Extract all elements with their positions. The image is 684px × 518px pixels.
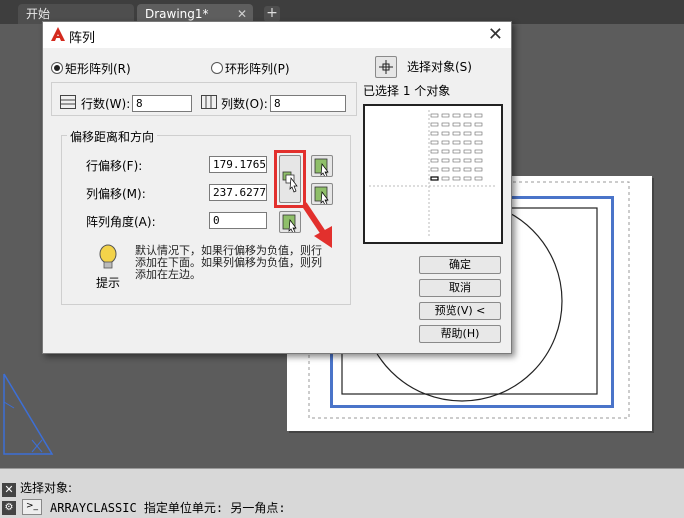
- angle-input[interactable]: 0: [209, 212, 267, 229]
- col-offset-input[interactable]: 237.6277: [209, 184, 267, 201]
- preview-cell: [474, 122, 483, 127]
- select-objects-button[interactable]: [375, 56, 397, 78]
- preview-cell: [463, 176, 472, 181]
- preview-cell: [474, 149, 483, 154]
- selected-count-label: 已选择 1 个对象: [363, 84, 451, 98]
- preview-cell: [430, 140, 439, 145]
- preview-cell: [430, 176, 439, 181]
- preview-cell: [463, 113, 472, 118]
- tab-drawing1-label: Drawing1*: [145, 7, 209, 21]
- command-input-line[interactable]: ARRAYCLASSIC 指定单位单元: 另一角点:: [50, 499, 286, 516]
- preview-cell: [441, 122, 450, 127]
- row-offset-label: 行偏移(F):: [86, 159, 143, 173]
- row-offset-input[interactable]: 179.1765: [209, 156, 267, 173]
- tip-text: 默认情况下，如果行偏移为负值，则行添加在下面。如果列偏移为负值，则列添加在左边。: [135, 244, 322, 281]
- select-objects-label[interactable]: 选择对象(S): [407, 58, 472, 75]
- preview-cell: [463, 122, 472, 127]
- preview-cell: [474, 140, 483, 145]
- lightbulb-icon: [99, 244, 117, 269]
- command-history-line: 选择对象:: [20, 481, 73, 495]
- preview-cell: [463, 158, 472, 163]
- preview-cell: [441, 176, 450, 181]
- dialog-title: 阵列: [69, 31, 96, 46]
- preview-cell: [463, 140, 472, 145]
- command-line[interactable]: ✕ ⚙ 选择对象: >_ ARRAYCLASSIC 指定单位单元: 另一角点:: [0, 468, 684, 518]
- preview-cell: [452, 158, 461, 163]
- close-icon[interactable]: ✕: [2, 483, 16, 497]
- rows-grid-icon: [60, 95, 76, 109]
- command-prompt-icon: >_: [22, 499, 42, 515]
- preview-cell: [463, 149, 472, 154]
- rect-array-radio[interactable]: [51, 62, 63, 74]
- pick-point-icon: [314, 158, 329, 178]
- preview-cell: [430, 122, 439, 127]
- dialog-titlebar[interactable]: 阵列 ✕: [43, 22, 511, 48]
- preview-grid: [369, 110, 497, 238]
- cols-grid-icon: [201, 95, 217, 109]
- preview-cell: [441, 167, 450, 172]
- preview-cell: [441, 140, 450, 145]
- pick-both-offsets-button[interactable]: [279, 155, 301, 203]
- rows-input[interactable]: 8: [132, 95, 192, 112]
- cols-label: 列数(O):: [221, 97, 268, 111]
- tab-start-label: 开始: [26, 7, 51, 21]
- polar-array-label[interactable]: 环形阵列(P): [225, 60, 290, 77]
- preview-cell: [463, 131, 472, 136]
- preview-cell: [474, 167, 483, 172]
- preview-cell: [452, 149, 461, 154]
- preview-cell: [474, 131, 483, 136]
- polar-array-radio[interactable]: [211, 62, 223, 74]
- preview-cell: [430, 131, 439, 136]
- preview-cell: [430, 113, 439, 118]
- pick-row-offset-button[interactable]: [311, 155, 333, 178]
- preview-cell: [441, 149, 450, 154]
- red-arrow-icon: [301, 202, 332, 248]
- rows-label: 行数(W):: [81, 97, 131, 111]
- preview-cell: [452, 131, 461, 136]
- rect-array-label[interactable]: 矩形阵列(R): [65, 60, 131, 77]
- preview-cell: [474, 176, 483, 181]
- preview-cell: [452, 122, 461, 127]
- array-preview: [363, 104, 503, 244]
- preview-cell: [441, 131, 450, 136]
- cancel-button[interactable]: 取消: [419, 279, 501, 297]
- preview-cell: [463, 167, 472, 172]
- preview-button[interactable]: 预览(V) <: [419, 302, 501, 320]
- preview-cell: [452, 176, 461, 181]
- array-dialog: 阵列 ✕ 矩形阵列(R) 环形阵列(P) 行数(W): 8 列数(O): 8 偏…: [42, 21, 512, 354]
- preview-cell: [430, 149, 439, 154]
- triangle-shape[interactable]: [3, 373, 54, 455]
- tip-label: 提示: [96, 276, 121, 290]
- wrench-icon[interactable]: ⚙: [2, 501, 16, 515]
- offset-group-label: 偏移距离和方向: [67, 128, 158, 145]
- autocad-logo-icon: [51, 27, 65, 41]
- preview-cell: [452, 140, 461, 145]
- col-offset-label: 列偏移(M):: [86, 187, 146, 201]
- help-button[interactable]: 帮助(H): [419, 325, 501, 343]
- preview-cell: [452, 113, 461, 118]
- new-tab-button[interactable]: +: [264, 6, 280, 22]
- cols-input[interactable]: 8: [270, 95, 346, 112]
- preview-cell: [441, 158, 450, 163]
- angle-label: 阵列角度(A):: [86, 215, 156, 229]
- ok-button[interactable]: 确定: [419, 256, 501, 274]
- pick-point-icon: [282, 214, 297, 234]
- pick-point-icon: [282, 171, 298, 193]
- close-icon[interactable]: ✕: [488, 24, 503, 45]
- preview-cell: [430, 158, 439, 163]
- preview-cell: [474, 158, 483, 163]
- preview-cell: [452, 167, 461, 172]
- preview-cell: [430, 167, 439, 172]
- select-objects-icon: [379, 60, 393, 74]
- preview-cell: [474, 113, 483, 118]
- preview-cell: [441, 113, 450, 118]
